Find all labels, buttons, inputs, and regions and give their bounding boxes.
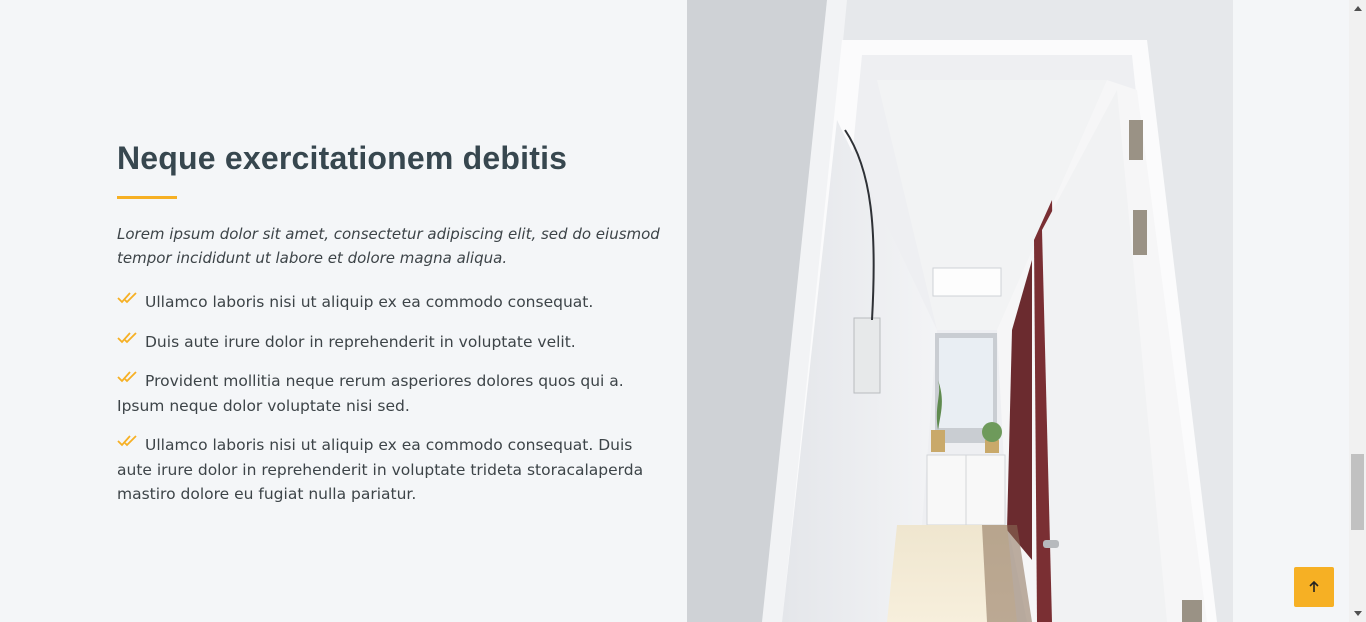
scrollbar-thumb[interactable] [1351, 454, 1364, 530]
title-underline [117, 196, 177, 199]
double-check-icon [117, 292, 137, 304]
hallway-illustration [687, 0, 1233, 622]
double-check-icon [117, 331, 137, 343]
double-check-icon [117, 371, 137, 383]
feature-text: Duis aute irure dolor in reprehenderit i… [145, 332, 576, 351]
page-scrollbar[interactable] [1349, 0, 1366, 622]
about-content: Neque exercitationem debitis Lorem ipsum… [117, 140, 667, 522]
double-check-icon [117, 435, 137, 447]
list-item: Ullamco laboris nisi ut aliquip ex ea co… [117, 433, 667, 507]
office-hallway-photo [687, 0, 1233, 622]
arrow-up-icon [1309, 580, 1319, 592]
list-item: Ullamco laboris nisi ut aliquip ex ea co… [117, 290, 667, 315]
feature-text: Ullamco laboris nisi ut aliquip ex ea co… [145, 293, 594, 311]
section-title: Neque exercitationem debitis [117, 140, 568, 176]
feature-text: Ullamco laboris nisi ut aliquip ex ea co… [117, 436, 644, 503]
list-item: Provident mollitia neque rerum asperiore… [117, 369, 667, 418]
list-item: Duis aute irure dolor in reprehenderit i… [117, 330, 667, 355]
scroll-up-arrow-icon[interactable] [1349, 0, 1366, 17]
back-to-top-button[interactable] [1294, 567, 1334, 607]
feature-text: Provident mollitia neque rerum asperiore… [117, 372, 624, 415]
feature-list: Ullamco laboris nisi ut aliquip ex ea co… [117, 290, 667, 507]
lead-paragraph: Lorem ipsum dolor sit amet, consectetur … [117, 225, 660, 267]
scroll-down-arrow-icon[interactable] [1349, 605, 1366, 622]
